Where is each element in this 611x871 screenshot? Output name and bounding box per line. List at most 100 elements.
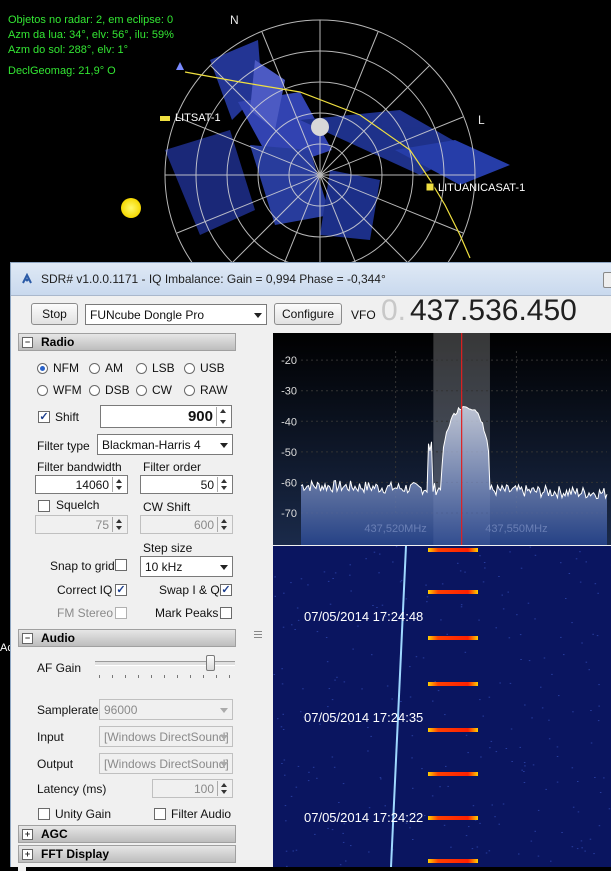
waterfall-noise: [518, 854, 520, 855]
agc-section-header[interactable]: + AGC: [18, 825, 236, 843]
window-titlebar[interactable]: SDR# v1.0.0.1171 - IQ Imbalance: Gain = …: [11, 263, 611, 296]
waterfall-noise: [472, 848, 474, 849]
waterfall-noise: [491, 741, 493, 742]
waterfall-noise: [344, 681, 346, 682]
audio-section-label: Audio: [41, 631, 75, 645]
unity-gain-checkbox[interactable]: [38, 808, 50, 820]
waterfall-noise: [400, 701, 402, 702]
waterfall-noise: [499, 683, 501, 684]
filter-bandwidth-input[interactable]: 14060: [35, 475, 128, 494]
waterfall-noise: [440, 619, 442, 620]
waterfall-noise: [286, 851, 288, 852]
waterfall-noise: [313, 767, 315, 768]
slider-tick: [99, 675, 100, 678]
spectrum-chart[interactable]: -20-30-40-50-60-70437,520MHz437,550MHz: [273, 333, 611, 545]
spinner-icon[interactable]: [217, 517, 231, 532]
spinner-icon[interactable]: [217, 781, 231, 796]
filter-type-label: Filter type: [37, 439, 90, 453]
samplerate-select[interactable]: 96000: [99, 699, 233, 720]
spinner-icon[interactable]: [217, 477, 231, 492]
mode-radio-dsb[interactable]: [89, 385, 100, 396]
waterfall-noise: [594, 777, 596, 778]
chevron-down-icon: [220, 443, 228, 448]
mode-radio-cw[interactable]: [136, 385, 147, 396]
waterfall-noise: [298, 766, 300, 767]
waterfall-noise: [327, 706, 329, 707]
splitter-grip-icon[interactable]: [254, 628, 262, 642]
mode-radio-wfm[interactable]: [37, 385, 48, 396]
spinner-icon[interactable]: [112, 517, 126, 532]
waterfall-noise: [468, 826, 470, 827]
filter-audio-checkbox[interactable]: [154, 808, 166, 820]
waterfall-noise: [380, 778, 382, 779]
filter-order-input[interactable]: 50: [140, 475, 233, 494]
satellite-label-litsat[interactable]: LITSAT-1: [175, 112, 221, 124]
waterfall-noise: [586, 662, 588, 663]
waterfall-noise: [342, 833, 344, 834]
output-select[interactable]: [Windows DirectSound]: [99, 753, 233, 774]
shift-input[interactable]: 900: [100, 405, 232, 428]
lituanicasat-marker-icon[interactable]: [426, 183, 434, 191]
chevron-down-icon: [220, 565, 228, 570]
mode-radio-raw[interactable]: [184, 385, 195, 396]
waterfall-noise: [571, 622, 573, 623]
af-gain-slider-thumb[interactable]: [206, 655, 215, 671]
waterfall-noise: [281, 668, 283, 669]
waterfall-noise: [424, 815, 426, 816]
cw-shift-input[interactable]: 600: [140, 515, 233, 534]
chevron-down-icon: [254, 313, 262, 318]
spinner-icon[interactable]: [112, 477, 126, 492]
mode-radio-nfm[interactable]: [37, 363, 48, 374]
radio-section-header[interactable]: − Radio: [18, 333, 236, 351]
device-select[interactable]: FUNcube Dongle Pro: [85, 304, 267, 325]
configure-button[interactable]: Configure: [274, 303, 342, 325]
waterfall-noise: [483, 716, 485, 717]
waterfall-noise: [423, 657, 425, 658]
squelch-checkbox[interactable]: [38, 500, 50, 512]
waterfall-noise: [557, 756, 559, 757]
filter-order-label: Filter order: [143, 460, 201, 474]
waterfall-noise: [595, 583, 597, 584]
stop-button[interactable]: Stop: [31, 303, 78, 325]
mode-radio-am[interactable]: [89, 363, 100, 374]
waterfall-noise: [301, 578, 303, 579]
fft-section-header[interactable]: + FFT Display: [18, 845, 236, 863]
input-select[interactable]: [Windows DirectSound]: [99, 726, 233, 747]
latency-input[interactable]: 100: [152, 779, 233, 798]
window-control-button[interactable]: [603, 272, 611, 288]
filter-audio-label: Filter Audio: [171, 807, 231, 821]
mode-radio-lsb[interactable]: [136, 363, 147, 374]
litsat-marker-icon[interactable]: [160, 116, 170, 121]
signal-burst: [428, 636, 478, 640]
waterfall-noise: [597, 635, 599, 636]
waterfall-noise: [438, 690, 440, 691]
mode-radio-usb[interactable]: [184, 363, 195, 374]
snap-to-grid-checkbox[interactable]: [115, 559, 127, 571]
audio-section-header[interactable]: − Audio: [18, 629, 236, 647]
waterfall-noise: [378, 572, 380, 573]
squelch-input[interactable]: 75: [35, 515, 128, 534]
app-icon: [21, 273, 33, 285]
waterfall-noise: [461, 606, 463, 607]
vfo-frequency[interactable]: 437.536.450: [410, 294, 577, 328]
waterfall-noise: [416, 656, 418, 657]
fm-stereo-checkbox[interactable]: [115, 607, 127, 619]
compass-east: L: [478, 113, 485, 127]
satellite-label-lituanicasat[interactable]: LITUANICASAT-1: [438, 182, 525, 194]
correct-iq-checkbox[interactable]: ✓: [115, 584, 127, 596]
spinner-icon[interactable]: [216, 407, 230, 426]
chevron-down-icon: [220, 735, 228, 740]
slider-tick: [125, 675, 126, 678]
step-size-select[interactable]: 10 kHz: [140, 556, 233, 577]
waterfall-noise: [283, 729, 285, 730]
swap-iq-checkbox[interactable]: ✓: [220, 584, 232, 596]
filter-type-select[interactable]: Blackman-Harris 4: [97, 434, 233, 455]
waterfall-noise: [561, 832, 563, 833]
waterfall-noise: [489, 747, 491, 748]
shift-checkbox[interactable]: ✓: [38, 411, 50, 423]
mark-peaks-checkbox[interactable]: [220, 607, 232, 619]
waterfall-noise: [332, 699, 334, 700]
waterfall-noise: [520, 634, 522, 635]
vfo-dim-digits[interactable]: 0.: [381, 294, 406, 328]
mark-peaks-label: Mark Peaks: [155, 606, 218, 620]
